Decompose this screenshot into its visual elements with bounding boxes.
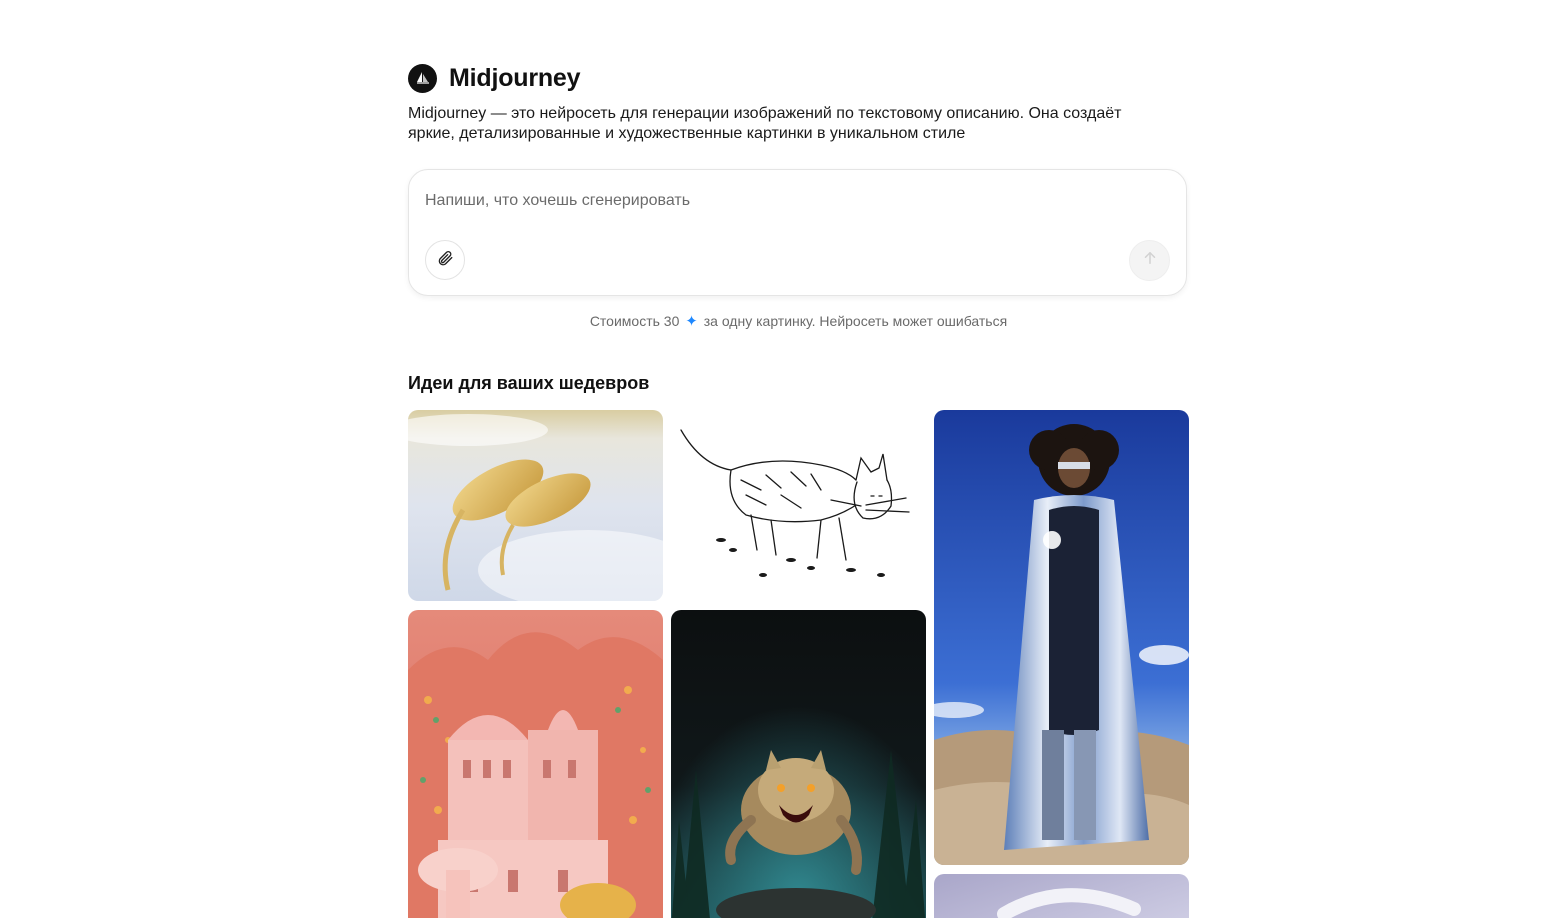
werewolf-creature-image[interactable] [671,610,926,918]
header: Midjourney [408,62,1189,94]
sketched-cat-image[interactable] [671,410,926,601]
arrow-up-icon [1141,249,1159,272]
send-button[interactable] [1129,240,1170,281]
pink-flower-castle-image[interactable] [408,610,663,918]
golden-fish-image[interactable] [408,410,663,601]
attach-button[interactable] [425,240,465,280]
prompt-box [408,169,1187,296]
page: Midjourney Midjourney — это нейросеть дл… [0,0,1560,918]
app-description: Midjourney — это нейросеть для генерации… [408,105,1122,142]
sailboat-icon [408,63,437,93]
page-title: Midjourney [449,63,581,92]
prompt-input[interactable] [425,190,1125,212]
ideas-gallery [408,410,1189,918]
main-content: Midjourney Midjourney — это нейросеть дл… [408,62,1189,918]
cost-prefix: Стоимость 30 [589,313,680,329]
ideas-section-title: Идеи для ваших шедевров [408,373,650,393]
silver-cloak-figure-image[interactable] [934,410,1189,865]
cost-note: Стоимость 30 ✦ за одну картинку. Нейросе… [408,312,1189,330]
paperclip-icon [436,249,454,272]
cost-suffix: за одну картинку. Нейросеть может ошибат… [703,313,1008,329]
lavender-abstract-image[interactable] [934,874,1189,918]
sparkle-star-icon: ✦ [685,313,698,330]
